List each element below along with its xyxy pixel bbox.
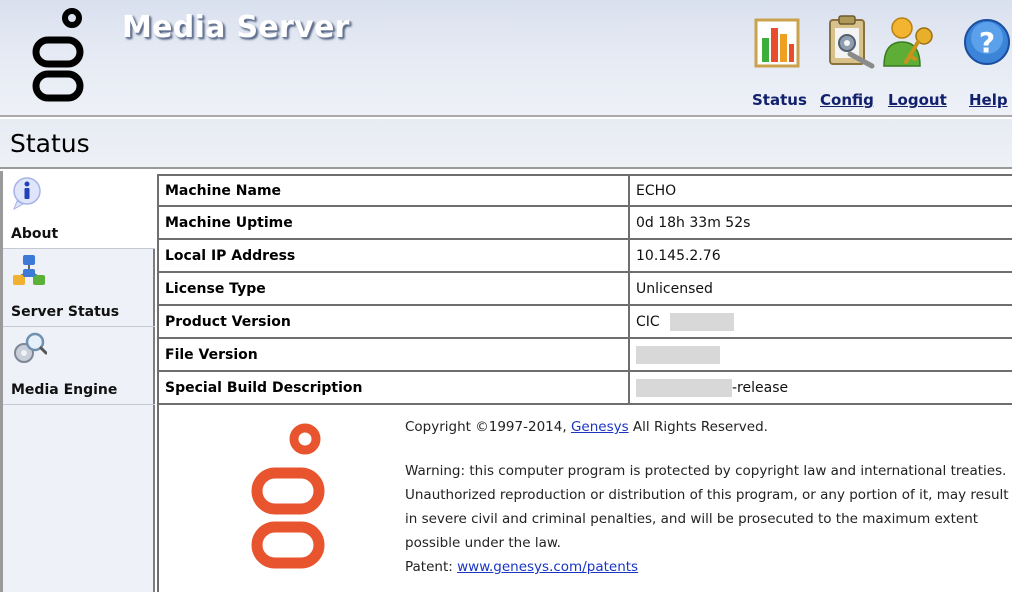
- magnifier-gear-icon: [14, 332, 47, 363]
- redacted-block: [636, 345, 720, 364]
- clipboard-wrench-icon[interactable]: [820, 14, 878, 70]
- table-row: Local IP Address 10.145.2.76: [157, 240, 1012, 273]
- help-question-icon[interactable]: ?: [962, 14, 1012, 70]
- row-key: Local IP Address: [157, 240, 628, 273]
- table-row: Product Version CIC: [157, 306, 1012, 339]
- sidebar-item-media-engine[interactable]: Media Engine: [3, 327, 155, 405]
- sidebar-item-label: About: [11, 226, 59, 242]
- copyright-prefix: Copyright ©1997-2014,: [405, 419, 571, 435]
- redacted-block: [636, 378, 732, 397]
- info-icon: [13, 177, 41, 211]
- nav-config-link[interactable]: Config: [820, 91, 874, 109]
- nav-status[interactable]: Status: [752, 91, 807, 109]
- genesys-link[interactable]: Genesys: [571, 419, 629, 435]
- genesys-logo: [32, 8, 84, 102]
- page-title: Status: [10, 129, 90, 158]
- sidebar-item-about[interactable]: About: [3, 171, 155, 249]
- page-title-bar: Status: [0, 119, 1012, 169]
- network-icon: [13, 255, 45, 285]
- row-key: Machine Name: [157, 174, 628, 207]
- patent-line: Patent: www.genesys.com/patents: [405, 555, 1012, 579]
- copyright-section: Copyright ©1997-2014, Genesys All Rights…: [157, 405, 1012, 592]
- table-row: License Type Unlicensed: [157, 273, 1012, 306]
- row-key: File Version: [157, 339, 628, 372]
- nav-help-link[interactable]: Help: [969, 91, 1008, 109]
- row-value: ECHO: [628, 174, 1012, 207]
- copyright-suffix: All Rights Reserved.: [628, 419, 768, 435]
- sidebar-item-label: Server Status: [11, 304, 120, 320]
- nav-logout-link[interactable]: Logout: [888, 91, 947, 109]
- machine-info-table: Machine Name ECHO Machine Uptime 0d 18h …: [157, 174, 1012, 405]
- row-key: Product Version: [157, 306, 628, 339]
- genesys-logo-orange: [251, 423, 325, 569]
- row-key: Machine Uptime: [157, 207, 628, 240]
- copyright-text-block: Copyright ©1997-2014, Genesys All Rights…: [405, 415, 1012, 579]
- copyright-line: Copyright ©1997-2014, Genesys All Rights…: [405, 415, 1012, 439]
- app-header: Media Server ? Status Config Logout Help: [0, 0, 1012, 117]
- sidebar-item-label: Media Engine: [11, 382, 118, 398]
- table-row: Machine Name ECHO: [157, 174, 1012, 207]
- patent-link[interactable]: www.genesys.com/patents: [457, 559, 638, 575]
- patent-label: Patent:: [405, 559, 458, 575]
- row-value: -release: [732, 379, 789, 396]
- warning-text: Warning: this computer program is protec…: [405, 463, 1009, 551]
- app-title: Media Server: [122, 10, 350, 45]
- row-value: CIC: [636, 313, 660, 330]
- table-row: Machine Uptime 0d 18h 33m 52s: [157, 207, 1012, 240]
- row-key: License Type: [157, 273, 628, 306]
- table-row: Special Build Description -release: [157, 372, 1012, 405]
- row-key: Special Build Description: [157, 372, 628, 405]
- redacted-block: [670, 312, 735, 331]
- user-key-icon[interactable]: [880, 14, 940, 70]
- row-value: 10.145.2.76: [628, 240, 1012, 273]
- row-value: Unlicensed: [628, 273, 1012, 306]
- bar-chart-icon[interactable]: [753, 14, 803, 70]
- sidebar-item-server-status[interactable]: Server Status: [3, 249, 155, 327]
- row-value: 0d 18h 33m 52s: [628, 207, 1012, 240]
- sidebar: About Server Status Media Engine: [0, 171, 155, 592]
- table-row: File Version: [157, 339, 1012, 372]
- svg-text:?: ?: [979, 26, 995, 59]
